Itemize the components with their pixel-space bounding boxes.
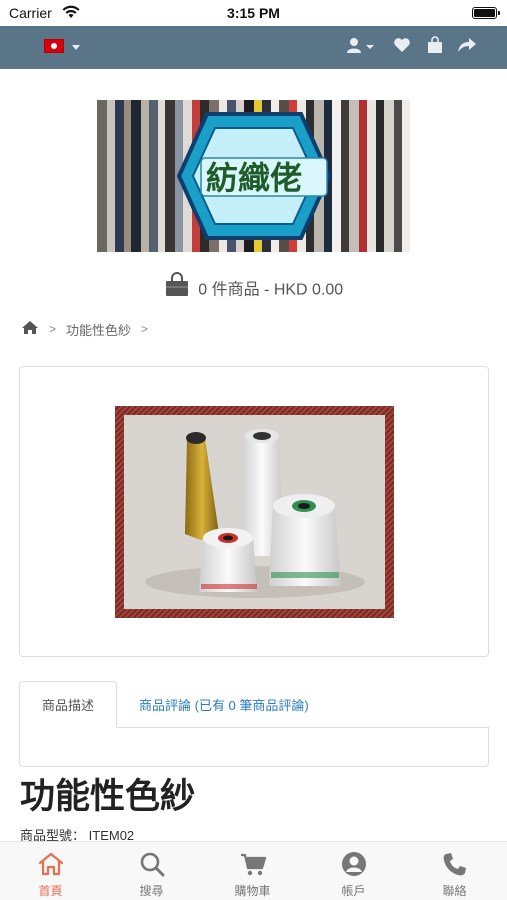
breadcrumb-category-link[interactable]: 功能性色紗 (66, 320, 131, 339)
tab-contact-label: 聯絡 (442, 884, 467, 898)
status-bar: Carrier 3:15 PM (0, 0, 507, 26)
tab-home-label: 首頁 (38, 884, 63, 898)
breadcrumb: > 功能性色紗 > (21, 318, 158, 340)
store-logo[interactable]: 紡織佬 (97, 100, 410, 252)
clock: 3:15 PM (227, 5, 280, 21)
tab-search-label: 搜尋 (139, 884, 164, 898)
battery-icon (472, 7, 500, 19)
user-icon[interactable] (346, 36, 378, 61)
shopping-bag-icon[interactable] (426, 36, 444, 59)
breadcrumb-separator: > (141, 322, 149, 336)
phone-icon (441, 851, 469, 877)
account-icon (340, 851, 368, 877)
tab-reviews[interactable]: 商品評論 (已有 0 筆商品評論) (129, 681, 349, 728)
top-navigation (0, 26, 507, 69)
tab-account[interactable]: 帳戶 (303, 842, 404, 900)
hong-kong-flag-icon[interactable] (44, 39, 64, 53)
tab-account-label: 帳戶 (341, 884, 366, 898)
tab-home[interactable]: 首頁 (0, 842, 101, 900)
tab-contact[interactable]: 聯絡 (404, 842, 505, 900)
cart-summary-text: 0 件商品 - HKD 0.00 (198, 281, 344, 299)
shopping-bag-icon (164, 272, 190, 303)
home-icon[interactable] (21, 320, 39, 338)
home-icon (37, 851, 65, 877)
product-tabs: 商品描述 商品評論 (已有 0 筆商品評論) (19, 681, 489, 767)
chevron-down-icon[interactable] (72, 45, 80, 50)
svg-text:紡織佬: 紡織佬 (206, 159, 302, 197)
cart-summary[interactable]: 0 件商品 - HKD 0.00 (0, 272, 507, 302)
bottom-tab-bar: 首頁 搜尋 購物車 帳戶 聯絡 (0, 841, 507, 900)
tab-search[interactable]: 搜尋 (101, 842, 202, 900)
tab-description[interactable]: 商品描述 (19, 681, 117, 728)
heart-icon[interactable] (393, 36, 411, 59)
product-image-card (19, 366, 489, 657)
tab-cart-label: 購物車 (234, 884, 271, 898)
search-icon (138, 851, 166, 877)
cart-icon (239, 851, 267, 877)
tab-panel (19, 727, 489, 767)
breadcrumb-separator: > (49, 322, 57, 336)
tab-cart[interactable]: 購物車 (202, 842, 303, 900)
product-title: 功能性色紗 (20, 777, 196, 817)
share-icon[interactable] (457, 36, 477, 59)
product-image[interactable] (115, 406, 394, 618)
